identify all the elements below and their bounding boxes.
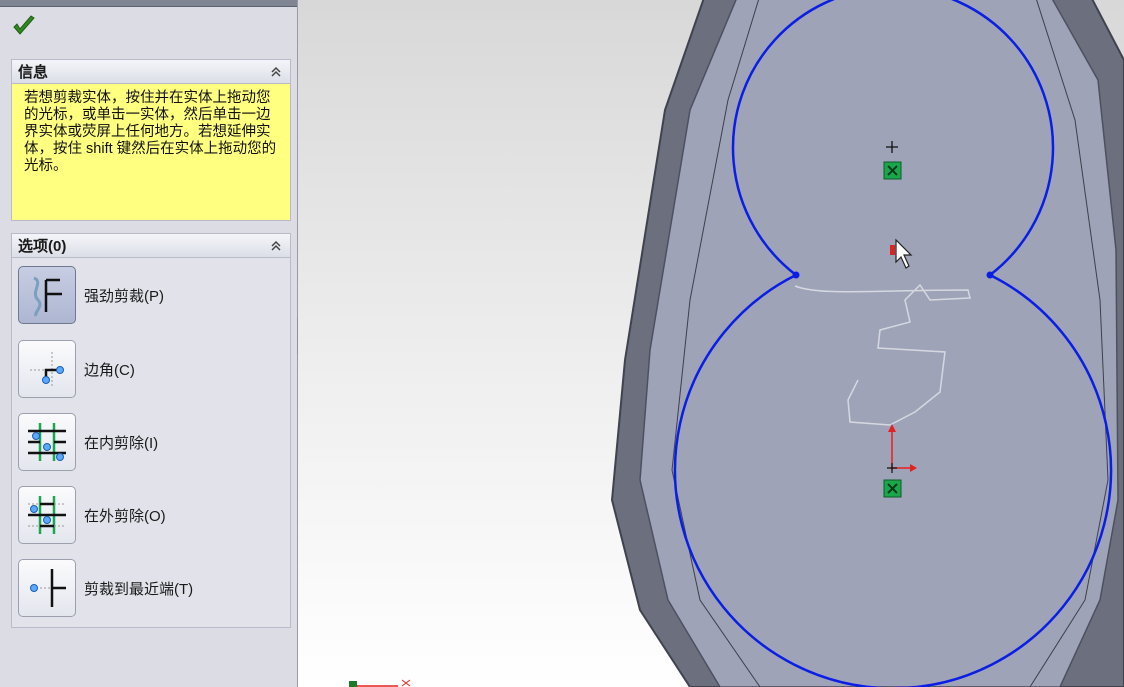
sketch-endpoint-left bbox=[792, 271, 800, 279]
sketch-canvas[interactable] bbox=[298, 0, 1124, 687]
options-section-header[interactable]: 选项(0) bbox=[12, 234, 290, 258]
option-trim-outside[interactable]: 在外剪除(O) bbox=[18, 484, 278, 546]
ok-checkmark-button[interactable] bbox=[12, 14, 36, 38]
trim-outside-icon bbox=[18, 486, 76, 544]
info-section-title: 信息 bbox=[18, 64, 49, 81]
info-section: 信息 若想剪裁实体，按住并在实体上拖动您的光标，或单击一实体，然后单击一边界实体… bbox=[11, 59, 291, 221]
corner-trim-icon bbox=[18, 340, 76, 398]
option-label: 在外剪除(O) bbox=[84, 507, 166, 525]
collapse-chevron-icon[interactable] bbox=[268, 64, 284, 80]
panel-header-strip bbox=[0, 0, 297, 7]
property-manager-panel: 信息 若想剪裁实体，按住并在实体上拖动您的光标，或单击一实体，然后单击一边界实体… bbox=[0, 0, 298, 687]
trim-cursor-marker bbox=[890, 245, 895, 255]
options-section-title: 选项(0) bbox=[18, 238, 67, 255]
option-label: 剪裁到最近端(T) bbox=[84, 580, 194, 598]
graphics-area[interactable] bbox=[298, 0, 1124, 687]
power-trim-icon bbox=[18, 266, 76, 324]
info-section-header[interactable]: 信息 bbox=[12, 60, 290, 84]
option-trim-inside[interactable]: 在内剪除(I) bbox=[18, 411, 278, 473]
checkmark-icon bbox=[13, 15, 35, 35]
option-label: 边角(C) bbox=[84, 361, 135, 379]
trim-inside-icon bbox=[18, 413, 76, 471]
info-message: 若想剪裁实体，按住并在实体上拖动您的光标，或单击一实体，然后单击一边界实体或荧屏… bbox=[12, 84, 290, 220]
collapse-chevron-icon[interactable] bbox=[268, 238, 284, 254]
option-label: 在内剪除(I) bbox=[84, 434, 159, 452]
option-power-trim[interactable]: 强劲剪裁(P) bbox=[18, 264, 278, 326]
option-label: 强劲剪裁(P) bbox=[84, 287, 164, 305]
sketch-endpoint-right bbox=[986, 271, 994, 279]
option-trim-to-closest[interactable]: 剪裁到最近端(T) bbox=[18, 557, 278, 619]
trim-to-closest-icon bbox=[18, 559, 76, 617]
options-section: 选项(0) 强劲剪裁(P) 边角(C) 在内剪除(I) 在外剪除(O) 剪裁到最… bbox=[11, 233, 291, 628]
option-corner[interactable]: 边角(C) bbox=[18, 338, 278, 400]
